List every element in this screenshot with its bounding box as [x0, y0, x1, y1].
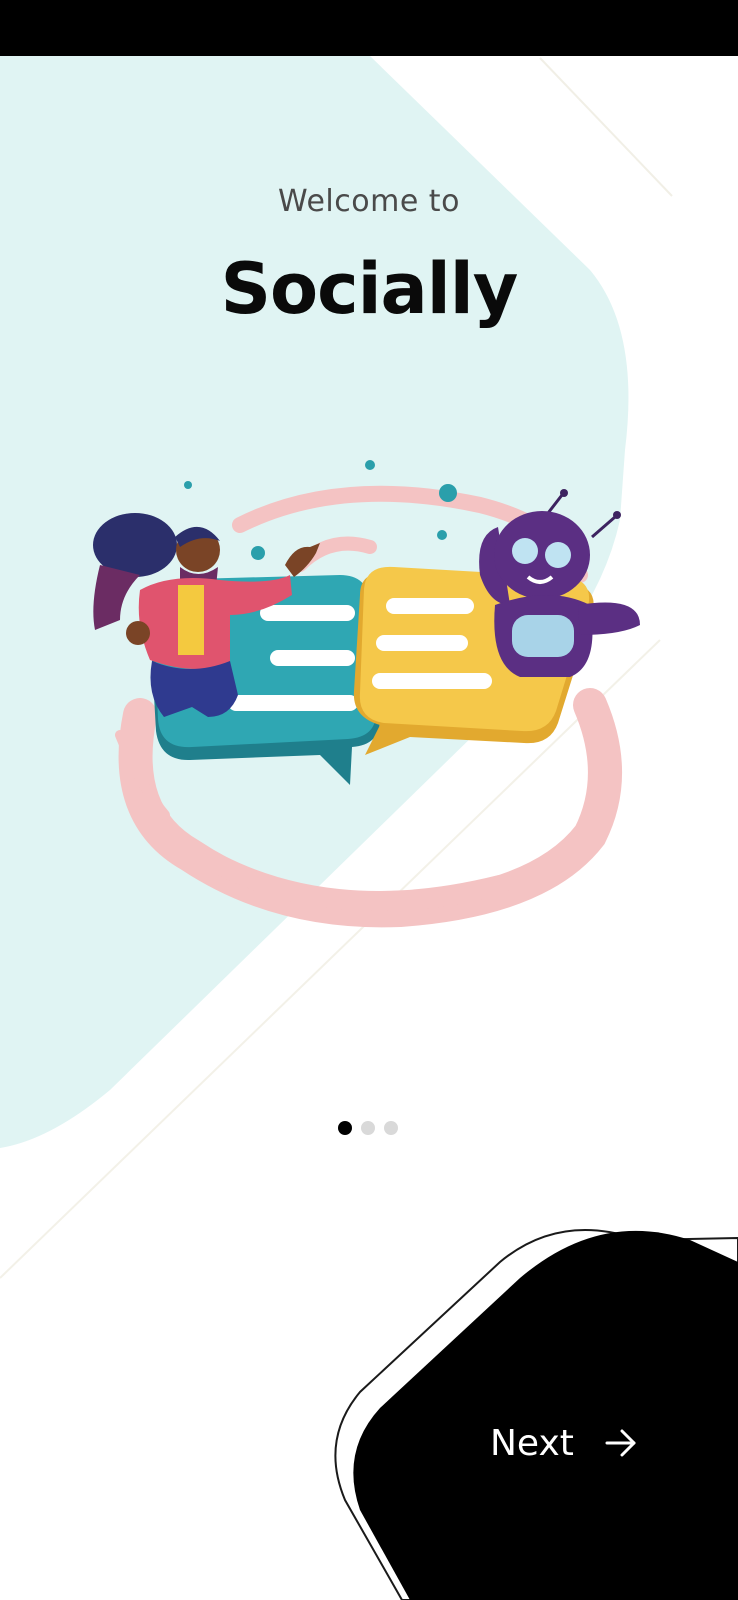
welcome-text: Welcome to — [278, 184, 460, 219]
status-bar — [0, 0, 738, 56]
chat-illustration-icon — [93, 460, 640, 928]
page-dot-3[interactable] — [384, 1121, 398, 1135]
decorative-line-top — [539, 57, 673, 197]
arrow-right-icon — [605, 1429, 636, 1457]
page-indicator — [338, 1121, 402, 1135]
page-dot-1-active[interactable] — [338, 1121, 352, 1135]
page-dot-2[interactable] — [361, 1121, 375, 1135]
next-button[interactable]: Next — [490, 1410, 670, 1476]
next-label: Next — [490, 1422, 574, 1464]
onboarding-screen: Welcome to Socially Next — [0, 0, 738, 1600]
app-title: Socially — [220, 248, 519, 330]
